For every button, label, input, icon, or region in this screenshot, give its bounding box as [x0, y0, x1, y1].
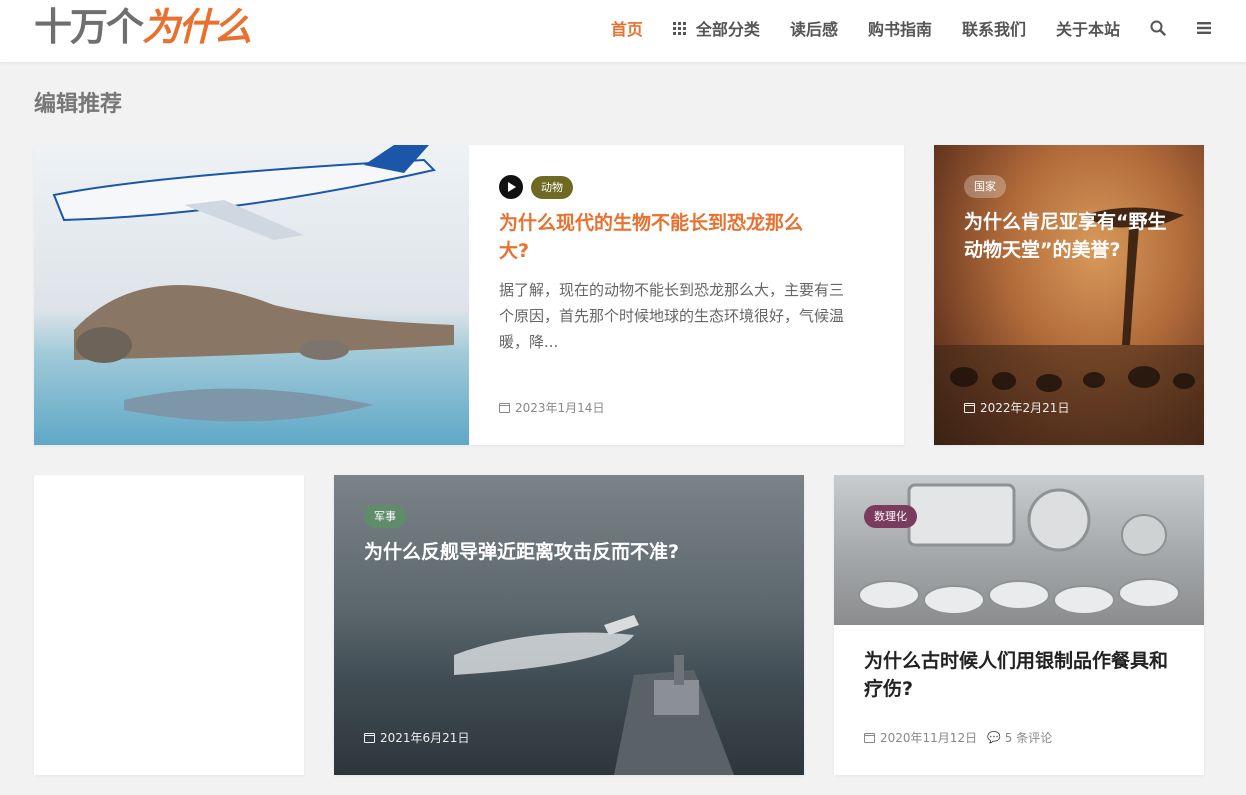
post-card-empty[interactable]: [34, 475, 304, 775]
calendar-icon: [864, 732, 875, 743]
post-date: 2021年6月21日: [364, 729, 469, 746]
menu-icon[interactable]: [1196, 21, 1212, 35]
post-date: 2023年1月14日: [499, 399, 604, 416]
post-date-text: 2023年1月14日: [515, 401, 605, 415]
post-excerpt: 据了解，现在的动物不能长到恐龙那么大，主要有三个原因，首先那个时候地球的生态环境…: [499, 281, 845, 351]
post-card-kenya[interactable]: 国家 为什么肯尼亚享有“野生动物天堂”的美誉? 2022年2月21日: [934, 145, 1204, 445]
grid-icon: [672, 21, 686, 35]
post-title[interactable]: 为什么肯尼亚享有“野生动物天堂”的美誉?: [964, 208, 1184, 264]
post-card-silver[interactable]: 数理化 为什么古时候人们用银制品作餐具和疗伤? 2020年11月12日 💬 5 …: [834, 475, 1204, 775]
nav-item-home[interactable]: 首页: [611, 16, 643, 40]
category-badge[interactable]: 数理化: [864, 505, 917, 528]
site-logo[interactable]: 十万个 为什么: [34, 5, 252, 49]
post-card-missile[interactable]: 军事 为什么反舰导弹近距离攻击反而不准? 2021年6月21日: [334, 475, 804, 775]
calendar-icon: [499, 402, 510, 413]
comment-count[interactable]: 5 条评论: [1005, 729, 1052, 746]
comment-icon: 💬: [987, 731, 1001, 744]
calendar-icon: [364, 732, 375, 743]
nav-item-contact[interactable]: 联系我们: [962, 16, 1026, 40]
featured-post-image[interactable]: [34, 145, 469, 445]
post-title[interactable]: 为什么古时候人们用银制品作餐具和疗伤?: [864, 647, 1174, 703]
featured-post-card[interactable]: 动物 为什么现代的生物不能长到恐龙那么大? 据了解，现在的动物不能长到恐龙那么大…: [34, 145, 904, 445]
section-title: 编辑推荐: [34, 92, 123, 117]
post-title[interactable]: 为什么现代的生物不能长到恐龙那么大?: [499, 209, 829, 265]
play-icon[interactable]: [499, 175, 523, 199]
post-date-text: 2021年6月21日: [380, 731, 470, 745]
post-title[interactable]: 为什么反舰导弹近距离攻击反而不准?: [364, 538, 784, 566]
category-badge[interactable]: 国家: [964, 175, 1006, 198]
nav-item-reviews[interactable]: 读后感: [790, 16, 838, 40]
post-meta: 2020年11月12日 💬 5 条评论: [864, 729, 1052, 746]
post-image[interactable]: 数理化: [834, 475, 1204, 625]
logo-text-part2: 为什么: [142, 5, 252, 49]
nav-item-categories-label: 全部分类: [695, 20, 760, 39]
calendar-icon: [964, 402, 975, 413]
post-date-text: 2020年11月12日: [880, 731, 978, 745]
post-date-text: 2022年2月21日: [980, 401, 1070, 415]
site-header: 十万个 为什么 首页 全部分类 读后感 购书指南 联系我们 关于本站: [0, 0, 1246, 62]
category-badge[interactable]: 动物: [531, 175, 573, 199]
nav-item-categories[interactable]: 全部分类: [672, 16, 760, 40]
nav-item-about[interactable]: 关于本站: [1056, 16, 1120, 40]
main-nav: 首页 全部分类 读后感 购书指南 联系我们 关于本站: [581, 0, 1212, 56]
nav-item-guide[interactable]: 购书指南: [868, 16, 932, 40]
post-date: 2022年2月21日: [964, 399, 1069, 416]
search-icon[interactable]: [1150, 20, 1166, 36]
category-badge[interactable]: 军事: [364, 505, 406, 528]
logo-text-part1: 十万个: [34, 5, 144, 49]
